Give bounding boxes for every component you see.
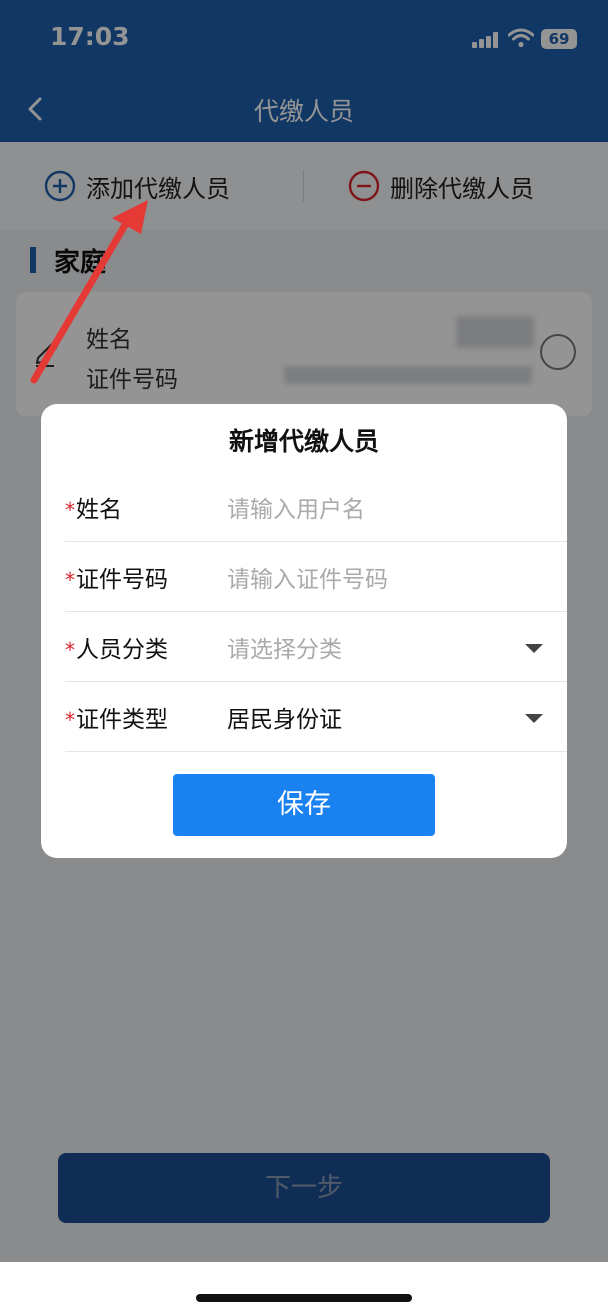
- id-number-input[interactable]: 请输入证件号码: [227, 560, 388, 594]
- name-field-label: *姓名: [65, 497, 122, 523]
- category-field-row[interactable]: *人员分类 请选择分类: [65, 612, 567, 682]
- annotation-arrow-icon: [30, 200, 148, 384]
- home-indicator-bar: [0, 1262, 608, 1315]
- category-field-label: *人员分类: [65, 637, 168, 663]
- name-field-row[interactable]: *姓名 请输入用户名: [65, 472, 567, 542]
- add-member-dialog: 新增代缴人员 *姓名 请输入用户名 *证件号码 请输入证件号码 *人员分类 请选…: [41, 404, 567, 858]
- required-mark: *: [65, 708, 75, 732]
- name-input[interactable]: 请输入用户名: [227, 490, 365, 524]
- save-button[interactable]: 保存: [173, 774, 435, 836]
- id-number-field-label: *证件号码: [65, 567, 168, 593]
- category-select[interactable]: 请选择分类: [227, 630, 342, 664]
- required-mark: *: [65, 498, 75, 522]
- required-mark: *: [65, 638, 75, 662]
- dropdown-caret-icon[interactable]: [525, 644, 543, 653]
- home-indicator: [196, 1294, 412, 1302]
- dropdown-caret-icon[interactable]: [525, 714, 543, 723]
- id-type-field-label: *证件类型: [65, 707, 168, 733]
- row-divider: [65, 751, 567, 752]
- id-type-select[interactable]: 居民身份证: [227, 700, 342, 734]
- required-mark: *: [65, 568, 75, 592]
- dialog-title: 新增代缴人员: [228, 427, 379, 456]
- id-number-field-row[interactable]: *证件号码 请输入证件号码: [65, 542, 567, 612]
- id-type-field-row[interactable]: *证件类型 居民身份证: [65, 682, 567, 752]
